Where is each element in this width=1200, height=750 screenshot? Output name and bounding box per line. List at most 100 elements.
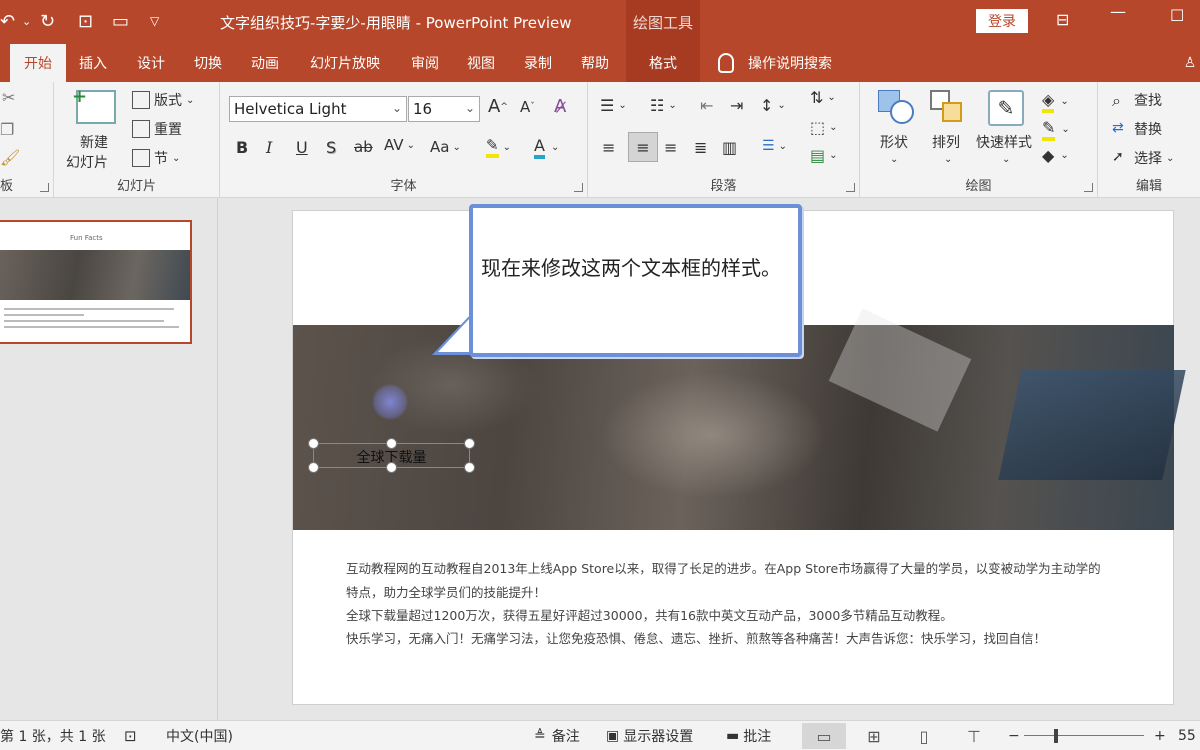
new-slide-icon[interactable]: + xyxy=(72,86,116,124)
language-indicator[interactable]: 中文(中国) xyxy=(166,721,233,750)
font-launcher-icon[interactable] xyxy=(574,183,583,192)
reading-view-icon[interactable]: ▯ xyxy=(902,723,946,749)
display-settings-button[interactable]: ▣ 显示器设置 xyxy=(606,721,693,750)
notes-button[interactable]: ≜ 备注 xyxy=(534,721,580,750)
zoom-level[interactable]: 55 xyxy=(1178,721,1196,750)
zoom-in-button[interactable]: + xyxy=(1154,721,1166,750)
tab-slideshow[interactable]: 幻灯片放映 xyxy=(300,44,390,82)
tab-home[interactable]: 开始 xyxy=(10,44,66,82)
resize-handle-bottom-left[interactable] xyxy=(308,462,319,473)
paragraph-launcher-icon[interactable] xyxy=(846,183,855,192)
font-size-select[interactable]: 16 ⌄ xyxy=(408,96,480,122)
quick-styles-dropdown-icon[interactable]: ⌄ xyxy=(1002,154,1010,165)
slide-body-line-3[interactable]: 全球下载量超过1200万次，获得五星好评超过30000，共有16款中英文互动产品… xyxy=(346,605,1136,624)
find-button[interactable]: ⌕ 查找 xyxy=(1112,90,1162,110)
slide-thumbnail-1[interactable]: Fun Facts xyxy=(0,220,192,344)
normal-view-icon[interactable]: ▭ xyxy=(802,723,846,749)
tab-record[interactable]: 录制 xyxy=(515,44,561,82)
replace-button[interactable]: ⇄ 替换 xyxy=(1112,119,1162,139)
distributed-icon[interactable]: ▥ xyxy=(722,138,737,157)
bold-button[interactable]: B xyxy=(236,138,248,157)
numbering-button[interactable]: ☷ ⌄ xyxy=(650,96,677,115)
shapes-icon[interactable] xyxy=(878,90,914,124)
character-spacing-button[interactable]: AV ⌄ xyxy=(384,136,415,154)
cut-icon[interactable]: ✂ xyxy=(2,88,15,107)
slide-body-line-1[interactable]: 互动教程网的互动教程自2013年上线App Store以来，取得了长足的进步。在… xyxy=(346,558,1136,577)
columns-button[interactable]: ☰ ⌄ xyxy=(762,138,787,154)
tab-design[interactable]: 设计 xyxy=(128,44,174,82)
grow-font-button[interactable]: A ^ xyxy=(488,96,508,117)
undo-icon[interactable]: ↶ xyxy=(0,8,15,34)
italic-button[interactable]: I xyxy=(266,138,272,157)
align-text-button[interactable]: ⬚ ⌄ xyxy=(810,118,838,137)
tell-me-search[interactable]: 操作说明搜索 xyxy=(718,44,832,82)
open-folder-icon[interactable]: ▭ xyxy=(112,8,129,34)
bullets-button[interactable]: ☰ ⌄ xyxy=(600,96,627,115)
smartart-button[interactable]: ▤ ⌄ xyxy=(810,146,838,165)
drawing-launcher-icon[interactable] xyxy=(1084,183,1093,192)
slideshow-view-icon[interactable]: ⊤ xyxy=(952,723,996,749)
resize-handle-bottom-right[interactable] xyxy=(464,462,475,473)
quick-styles-label[interactable]: 快速样式 xyxy=(976,132,1032,152)
new-slide-label1[interactable]: 新建 xyxy=(80,132,108,152)
arrange-dropdown-icon[interactable]: ⌄ xyxy=(944,154,952,165)
shrink-font-button[interactable]: Aˇ xyxy=(520,98,535,116)
justify-icon[interactable]: ≣ xyxy=(694,138,707,157)
font-color-button[interactable]: A ⌄ xyxy=(534,136,559,159)
clear-formatting-icon[interactable]: A̷ xyxy=(554,96,566,117)
tab-help[interactable]: 帮助 xyxy=(572,44,618,82)
strikethrough-button[interactable]: ab xyxy=(354,138,373,156)
align-center-icon[interactable]: ≡ xyxy=(628,132,658,162)
presenter-icon[interactable]: ⊡ xyxy=(78,8,93,34)
resize-handle-top[interactable] xyxy=(386,438,397,449)
reset-button[interactable]: 重置 xyxy=(132,119,182,139)
quick-styles-icon[interactable]: ✎ xyxy=(988,90,1024,126)
shapes-label[interactable]: 形状 xyxy=(880,132,908,152)
shadow-button[interactable]: S xyxy=(326,138,336,157)
shape-outline-button[interactable]: ✎ ⌄ xyxy=(1042,118,1070,141)
accessibility-icon[interactable]: ⊡ xyxy=(124,721,137,750)
account-icon[interactable]: ♙ xyxy=(1180,44,1200,82)
line-spacing-button[interactable]: ↕ ⌄ xyxy=(760,96,786,115)
minimize-icon[interactable]: — xyxy=(1110,2,1126,21)
select-button[interactable]: ➚ 选择 ⌄ xyxy=(1112,148,1174,168)
clipboard-launcher-icon[interactable] xyxy=(40,183,49,192)
text-direction-button[interactable]: ⇅ ⌄ xyxy=(810,88,836,107)
slide-body-line-2[interactable]: 特点，助力全球学员们的技能提升！ xyxy=(346,582,1136,601)
customize-toolbar-icon[interactable]: ▽ xyxy=(150,8,159,34)
format-painter-icon[interactable]: 🖌 xyxy=(0,148,20,167)
tab-animations[interactable]: 动画 xyxy=(242,44,288,82)
tab-format[interactable]: 格式 xyxy=(626,44,700,82)
decrease-indent-icon[interactable]: ⇤ xyxy=(700,96,713,115)
align-left-icon[interactable]: ≡ xyxy=(602,138,615,157)
align-right-icon[interactable]: ≡ xyxy=(664,138,677,157)
layout-button[interactable]: 版式 ⌄ xyxy=(132,90,194,110)
arrange-icon[interactable] xyxy=(930,90,964,124)
maximize-icon[interactable]: ☐ xyxy=(1170,6,1184,25)
zoom-slider-thumb[interactable] xyxy=(1054,729,1058,743)
undo-dropdown-icon[interactable]: ⌄ xyxy=(22,8,31,34)
slide-body-line-4[interactable]: 快乐学习，无痛入门！无痛学习法，让您免疫恐惧、倦怠、遗忘、挫折、煎熬等各种痛苦！… xyxy=(346,628,1136,647)
shape-fill-button[interactable]: ◈ ⌄ xyxy=(1042,90,1069,113)
resize-handle-top-left[interactable] xyxy=(308,438,319,449)
shapes-dropdown-icon[interactable]: ⌄ xyxy=(890,154,898,165)
shape-effects-button[interactable]: ◆ ⌄ xyxy=(1042,146,1069,165)
tab-review[interactable]: 审阅 xyxy=(402,44,448,82)
redo-icon[interactable]: ↻ xyxy=(40,8,55,34)
resize-handle-bottom[interactable] xyxy=(386,462,397,473)
zoom-slider-track[interactable] xyxy=(1024,735,1144,736)
ribbon-display-icon[interactable]: ⊟ xyxy=(1056,10,1069,29)
highlight-button[interactable]: ✎ ⌄ xyxy=(486,136,511,158)
increase-indent-icon[interactable]: ⇥ xyxy=(730,96,743,115)
section-button[interactable]: 节 ⌄ xyxy=(132,148,180,168)
underline-button[interactable]: U xyxy=(296,138,308,157)
change-case-button[interactable]: Aa ⌄ xyxy=(430,138,461,156)
zoom-out-button[interactable]: − xyxy=(1008,721,1020,750)
rotate-handle-icon[interactable] xyxy=(372,384,408,420)
resize-handle-top-right[interactable] xyxy=(464,438,475,449)
tab-view[interactable]: 视图 xyxy=(458,44,504,82)
copy-icon[interactable]: ❐ xyxy=(0,120,14,139)
font-name-select[interactable]: Helvetica Light ⌄ xyxy=(229,96,407,122)
new-slide-label2[interactable]: 幻灯片 xyxy=(66,152,108,172)
comments-button[interactable]: ▬ 批注 xyxy=(726,721,771,750)
